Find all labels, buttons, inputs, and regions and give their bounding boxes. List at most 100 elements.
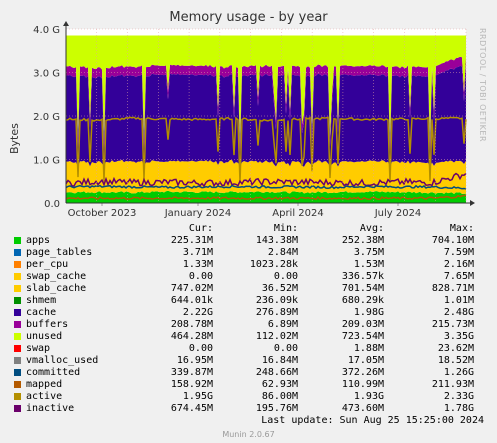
legend-name: vmalloc_used xyxy=(26,355,99,366)
legend-name: swap_cache xyxy=(26,271,87,282)
legend-row: page_tables 3.71M 2.84M 3.75M 7.59M xyxy=(14,247,484,259)
area-slab_cache xyxy=(66,159,466,194)
legend-name: buffers xyxy=(26,319,69,330)
legend-cur: 16.95M xyxy=(176,355,213,366)
legend-row: inactive 674.45M 195.76M 473.60M 1.78G xyxy=(14,403,484,415)
legend-max: 2.48G xyxy=(443,307,474,318)
legend-cur: 747.02M xyxy=(170,283,213,294)
legend-name: shmem xyxy=(26,295,57,306)
legend-min: 236.09k xyxy=(255,295,298,306)
legend-name: per_cpu xyxy=(26,259,69,270)
legend-min: 86.00M xyxy=(261,391,298,402)
legend-name: page_tables xyxy=(26,247,93,258)
munin-version: Munin 2.0.67 xyxy=(222,430,275,439)
col-cur: Cur: xyxy=(188,223,213,234)
x-tick-label: October 2023 xyxy=(68,208,137,219)
legend-max: 1.01M xyxy=(443,295,474,306)
legend-swatch xyxy=(14,321,21,328)
legend-name: apps xyxy=(26,235,51,246)
legend-cur: 1.95G xyxy=(182,391,213,402)
legend-row: buffers 208.78M 6.89M 209.03M 215.73M xyxy=(14,319,484,331)
col-avg: Avg: xyxy=(359,223,384,234)
area-cache xyxy=(66,64,466,167)
chart-svg: 0.0 1.0 G 2.0 G 3.0 G 4.0 G October 2023 Janua… xyxy=(33,21,475,219)
legend-swatch xyxy=(14,285,21,292)
y-tick-label: 0.0 xyxy=(44,199,60,210)
legend-avg: 3.75M xyxy=(353,247,384,258)
y-tick-label: 3.0 G xyxy=(33,69,60,80)
legend-cur: 208.78M xyxy=(170,319,213,330)
legend-avg: 723.54M xyxy=(341,331,384,342)
legend-row: slab_cache 747.02M 36.52M 701.54M 828.71M xyxy=(14,283,484,295)
legend-swatch xyxy=(14,405,21,412)
legend-name: inactive xyxy=(26,403,75,414)
legend-avg: 252.38M xyxy=(341,235,384,246)
legend-cur: 2.22G xyxy=(182,307,213,318)
y-axis-arrow xyxy=(63,21,69,26)
x-axis-arrow xyxy=(470,200,475,206)
legend-swatch xyxy=(14,345,21,352)
legend-min: 143.38M xyxy=(255,235,298,246)
legend-cur: 1.33M xyxy=(182,259,213,270)
legend-row: mapped 158.92M 62.93M 110.99M 211.93M xyxy=(14,379,484,391)
legend-swatch xyxy=(14,297,21,304)
legend-header-row: Cur: Min: Avg: Max: xyxy=(14,223,484,235)
legend-cur: 158.92M xyxy=(170,379,213,390)
legend-cur: 0.00 xyxy=(188,271,213,282)
legend-name: swap xyxy=(26,343,51,354)
y-tick-label: 2.0 G xyxy=(33,112,60,123)
legend-row: vmalloc_used 16.95M 16.84M 17.05M 18.52M xyxy=(14,355,484,367)
y-tick-label: 4.0 G xyxy=(33,25,60,36)
legend-max: 2.33G xyxy=(443,391,474,402)
legend-cur: 0.00 xyxy=(188,343,213,354)
legend-avg: 1.53M xyxy=(353,259,384,270)
legend-row: apps 225.31M 143.38M 252.38M 704.10M xyxy=(14,235,484,247)
legend-swatch xyxy=(14,357,21,364)
legend-min: 1023.28k xyxy=(249,259,298,270)
legend-min: 276.89M xyxy=(255,307,298,318)
legend-avg: 473.60M xyxy=(341,403,384,414)
legend-name: active xyxy=(26,391,63,402)
legend-row: unused 464.28M 112.02M 723.54M 3.35G xyxy=(14,331,484,343)
legend-swatch xyxy=(14,333,21,340)
legend-swatch xyxy=(14,369,21,376)
legend-avg: 701.54M xyxy=(341,283,384,294)
legend-avg: 1.98G xyxy=(353,307,384,318)
legend-swatch xyxy=(14,261,21,268)
legend-cur: 644.01k xyxy=(170,295,213,306)
legend-min: 0.00 xyxy=(273,271,298,282)
legend-swatch xyxy=(14,309,21,316)
x-tick-label: July 2024 xyxy=(374,208,422,219)
legend-min: 112.02M xyxy=(255,331,298,342)
legend-max: 211.93M xyxy=(431,379,474,390)
legend-min: 195.76M xyxy=(255,403,298,414)
x-tick-label: April 2024 xyxy=(272,208,323,219)
legend-table: Cur: Min: Avg: Max: apps 225.31M 143.38M 25… xyxy=(14,223,484,415)
legend-max: 23.62M xyxy=(437,343,474,354)
munin-graph: Memory usage - by year Bytes RRDTOOL / T… xyxy=(0,0,497,443)
legend-cur: 464.28M xyxy=(170,331,213,342)
legend-max: 18.52M xyxy=(437,355,474,366)
legend-max: 7.65M xyxy=(443,271,474,282)
legend-swatch xyxy=(14,381,21,388)
legend-row: swap 0.00 0.00 1.88M 23.62M xyxy=(14,343,484,355)
legend-avg: 1.88M xyxy=(353,343,384,354)
legend-min: 0.00 xyxy=(273,343,298,354)
legend-cur: 3.71M xyxy=(182,247,213,258)
legend-max: 3.35G xyxy=(443,331,474,342)
col-max: Max: xyxy=(449,223,474,234)
legend-max: 1.78G xyxy=(443,403,474,414)
legend-name: committed xyxy=(26,367,81,378)
legend-name: unused xyxy=(26,331,63,342)
legend-max: 2.16M xyxy=(443,259,474,270)
legend-avg: 1.93G xyxy=(353,391,384,402)
legend-max: 7.59M xyxy=(443,247,474,258)
legend-avg: 372.26M xyxy=(341,367,384,378)
legend-min: 16.84M xyxy=(261,355,298,366)
legend-avg: 209.03M xyxy=(341,319,384,330)
legend-cur: 339.87M xyxy=(170,367,213,378)
legend-cur: 674.45M xyxy=(170,403,213,414)
legend-row: per_cpu 1.33M 1023.28k 1.53M 2.16M xyxy=(14,259,484,271)
legend-max: 1.26G xyxy=(443,367,474,378)
legend-min: 36.52M xyxy=(261,283,298,294)
